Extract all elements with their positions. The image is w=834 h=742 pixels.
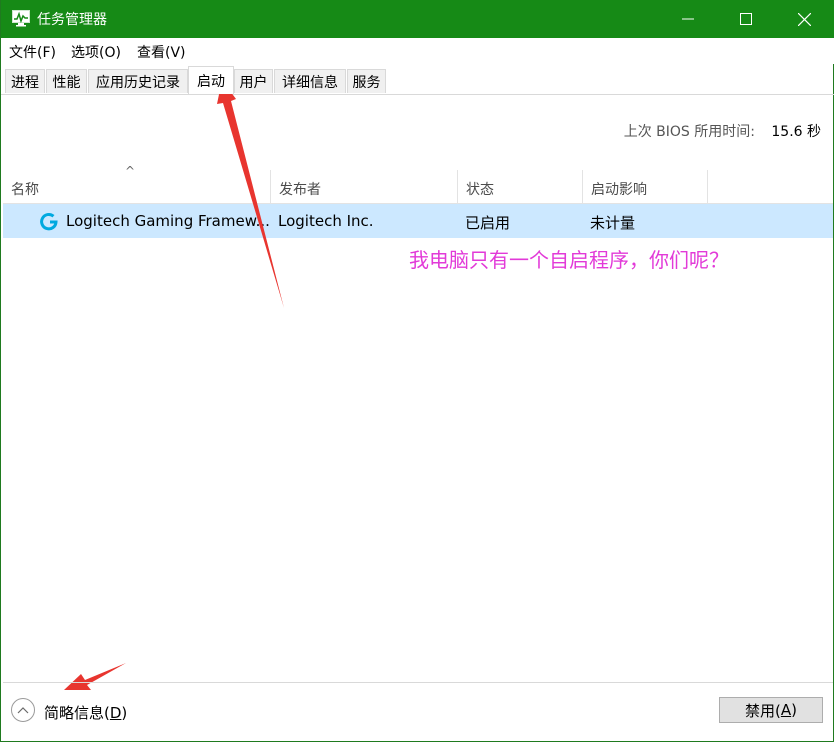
tab-performance[interactable]: 性能 bbox=[46, 69, 87, 93]
maximize-icon bbox=[740, 13, 752, 25]
tab-services[interactable]: 服务 bbox=[347, 69, 386, 93]
title-bar[interactable]: 任务管理器 bbox=[1, 0, 834, 38]
column-header-name[interactable]: ^ 名称 bbox=[3, 164, 271, 203]
fewer-details-toggle[interactable] bbox=[11, 698, 35, 722]
sort-up-icon: ^ bbox=[125, 164, 136, 178]
tab-details[interactable]: 详细信息 bbox=[274, 69, 346, 93]
fewer-label-main: 简略信息( bbox=[44, 704, 110, 722]
column-header-status[interactable]: 状态 bbox=[458, 170, 583, 203]
fewer-label-end: ) bbox=[121, 704, 128, 722]
window-title: 任务管理器 bbox=[37, 12, 107, 28]
logitech-g-icon bbox=[40, 213, 58, 231]
fewer-label-key: D bbox=[109, 704, 122, 722]
cell-impact: 未计量 bbox=[590, 214, 636, 232]
maximize-button[interactable] bbox=[717, 0, 775, 38]
column-label-name: 名称 bbox=[11, 182, 39, 198]
tab-processes[interactable]: 进程 bbox=[5, 69, 45, 93]
table-row[interactable]: Logitech Gaming Framew... Logitech Inc. … bbox=[3, 204, 833, 238]
tab-strip: 进程 性能 应用历史记录 启动 用户 详细信息 服务 bbox=[1, 64, 834, 95]
menu-options[interactable]: 选项(O) bbox=[71, 42, 121, 62]
column-header-impact[interactable]: 启动影响 bbox=[583, 170, 708, 203]
menu-bar: 文件(F) 选项(O) 查看(V) bbox=[1, 38, 834, 64]
minimize-icon bbox=[682, 18, 694, 20]
task-manager-icon bbox=[12, 10, 30, 27]
cell-name: Logitech Gaming Framew... bbox=[66, 212, 270, 230]
disable-label-main: 禁用( bbox=[745, 701, 781, 720]
column-header-publisher[interactable]: 发布者 bbox=[271, 170, 458, 203]
footer-divider bbox=[3, 682, 833, 683]
tab-users[interactable]: 用户 bbox=[234, 69, 273, 93]
menu-file[interactable]: 文件(F) bbox=[9, 42, 56, 62]
disable-label-end: ) bbox=[791, 701, 797, 719]
close-icon bbox=[797, 12, 811, 26]
chevron-up-icon bbox=[17, 707, 29, 714]
tab-app-history[interactable]: 应用历史记录 bbox=[88, 69, 188, 93]
annotation-arrows bbox=[64, 80, 284, 690]
menu-view[interactable]: 查看(V) bbox=[137, 42, 186, 62]
task-manager-window: 任务管理器 文件(F) 选项(O) 查看(V) 进程 性能 应用历史记录 启动 … bbox=[0, 0, 834, 742]
annotation-text: 我电脑只有一个自启程序，你们呢？ bbox=[409, 248, 729, 272]
disable-label-key: A bbox=[780, 701, 792, 719]
arrow-to-fewer-details bbox=[64, 663, 126, 690]
cell-publisher: Logitech Inc. bbox=[278, 212, 374, 230]
bios-time-value: 15.6 秒 bbox=[771, 124, 821, 140]
minimize-button[interactable] bbox=[659, 0, 717, 38]
tab-startup[interactable]: 启动 bbox=[188, 66, 234, 94]
close-button[interactable] bbox=[775, 0, 833, 38]
bios-time-label: 上次 BIOS 所用时间: bbox=[623, 124, 755, 140]
disable-button[interactable]: 禁用(A) bbox=[719, 697, 823, 723]
fewer-details-link[interactable]: 简略信息(D) bbox=[44, 702, 127, 723]
cell-status: 已启用 bbox=[465, 214, 511, 232]
table-header: ^ 名称 发布者 状态 启动影响 bbox=[3, 164, 833, 204]
